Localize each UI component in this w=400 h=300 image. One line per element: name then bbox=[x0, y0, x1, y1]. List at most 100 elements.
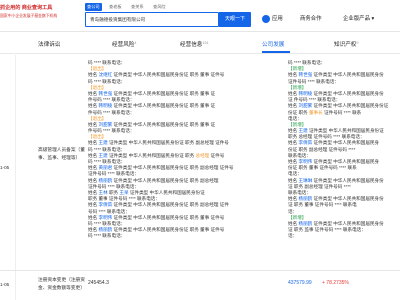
detail-text: 证件类型 中华人民共和国居民身份证 职务 董事 证 bbox=[112, 103, 216, 109]
tab-operation-label: 经营信息 bbox=[180, 42, 203, 48]
detail-text: 份证 职务 bbox=[288, 109, 309, 115]
change-tag: 【新增】 bbox=[288, 66, 307, 72]
person-name-link[interactable]: 李倩茹 bbox=[98, 202, 112, 207]
detail-text: 证件类型 中华人民共和国居民身份证 职务 董事 证件号 bbox=[112, 72, 225, 78]
after-change-content: 码 **** 联系电话： 【新增】 姓名 韩世强 证件类型 中华人民共和国居民身份证… bbox=[288, 60, 400, 239]
change-tag: 董事长 bbox=[308, 109, 323, 115]
search-button[interactable]: 天眼一下 bbox=[219, 12, 251, 27]
detail-text: 姓名 bbox=[288, 103, 299, 109]
detail-text: 证件类型 中华人民共和国居民身份证 bbox=[307, 128, 384, 134]
detail-text: 证件类型 中华人民共和国居民身 bbox=[312, 159, 380, 164]
detail-text: 证件类型 中华人民共和国居民身份 bbox=[312, 177, 384, 183]
detail-text: 职务 bbox=[107, 189, 120, 195]
detail-text: 证 职务 副总经理 证件号码 **** bbox=[288, 183, 351, 189]
detail-text: 号码 **** 联系电话： bbox=[88, 208, 130, 214]
change-tag: 【退出】 bbox=[88, 84, 107, 90]
tab-operation[interactable]: 经营信息151 bbox=[180, 40, 209, 48]
tab-risk[interactable]: 经营风险4 bbox=[112, 40, 137, 48]
nav-enterprise-edition[interactable]: 企业版产品 ▾ bbox=[343, 14, 374, 24]
search-box bbox=[85, 12, 219, 27]
person-name-link[interactable]: 韩世强 bbox=[298, 72, 312, 77]
detail-text: 联系电话： bbox=[288, 152, 311, 158]
person-name-link[interactable]: 韩世强 bbox=[98, 91, 112, 96]
detail-text: 证件类型 中华人民共和国居民身份 bbox=[312, 196, 384, 202]
brand-slogan: 抓企用的 商业查询工具 bbox=[0, 5, 53, 11]
detail-text: 证件类型 中华人民共和国居民身份证 bbox=[128, 189, 205, 195]
tab-risk-count: 4 bbox=[134, 41, 137, 45]
person-name-link[interactable]: 王建 bbox=[98, 153, 107, 158]
person-name-link[interactable]: 杨丽鸥 bbox=[298, 221, 312, 226]
section-tabs: 法律诉讼 经营风险4 经营信息151 公司发展 知识产权9 bbox=[0, 32, 400, 54]
person-name-link[interactable]: 王林 bbox=[98, 190, 107, 195]
detail-text: 码 **** 联系电话： bbox=[88, 60, 126, 65]
app-icon bbox=[262, 15, 270, 23]
detail-text: 证 职务 监事 证件号码 **** 联系电话： bbox=[288, 227, 366, 233]
tab-development-label: 公司发展 bbox=[262, 42, 285, 48]
person-name-link[interactable]: 李明伟 bbox=[298, 159, 312, 164]
detail-text: 证件类型 中华人民共和国居民身份证 职务 副总经理 证件号 bbox=[107, 140, 229, 146]
person-name-link[interactable]: 王建 bbox=[298, 128, 307, 133]
detail-text: 姓名 bbox=[288, 90, 299, 96]
search-tab-risk[interactable]: 查风险 bbox=[151, 3, 168, 11]
person-name-link[interactable]: 王建 bbox=[98, 140, 107, 145]
person-name-link[interactable]: 李明伟 bbox=[98, 215, 112, 220]
tab-ip-count: 9 bbox=[356, 41, 359, 45]
person-name-link[interactable]: 杨丽鸥 bbox=[98, 178, 112, 183]
detail-text: 姓名 bbox=[88, 90, 99, 96]
change-tag: 总经理 bbox=[195, 152, 210, 158]
detail-text: 码 **** 联系电话： bbox=[288, 60, 326, 65]
tab-legal-label: 法律诉讼 bbox=[38, 42, 61, 48]
change-tag: 【退出】 bbox=[88, 134, 107, 140]
detail-text: 证件号 bbox=[209, 152, 225, 158]
detail-line: 码 **** 联系电话： bbox=[88, 233, 284, 239]
tab-ip-label: 知识产权 bbox=[334, 42, 357, 48]
change-tag: 【新增】 bbox=[288, 121, 307, 127]
tab-development[interactable]: 公司发展 bbox=[262, 40, 284, 48]
detail-text: 姓名 bbox=[88, 227, 99, 233]
nav-app[interactable]: 应用 bbox=[272, 14, 283, 24]
person-name-link[interactable]: 李倩茹 bbox=[298, 140, 312, 145]
detail-text: 姓名 bbox=[288, 177, 299, 183]
person-name-link[interactable]: 杨丽鸥 bbox=[98, 227, 112, 232]
person-name-link[interactable]: 杨丽鸥 bbox=[298, 196, 312, 201]
nav-business[interactable]: 商务合作 bbox=[300, 14, 322, 24]
change-tag: 【新增】 bbox=[288, 84, 307, 90]
detail-text: 证件类型 中华人民共和国居民身 bbox=[312, 140, 380, 146]
detail-text: 话： bbox=[288, 233, 298, 239]
registered-capital-after: 437579.99 bbox=[288, 280, 312, 286]
person-name-link[interactable]: 黄丽君 bbox=[98, 165, 112, 170]
detail-text: 证件类型 中华人民共和国居民身份证 职务 bbox=[107, 152, 196, 158]
person-name-link[interactable]: 王琳琳 bbox=[298, 178, 312, 183]
person-name-link[interactable]: 沈继红 bbox=[98, 72, 112, 77]
search-tab-relation[interactable]: 查关系 bbox=[129, 3, 146, 11]
detail-text: 码 **** 联系电话： bbox=[88, 159, 126, 164]
row-divider bbox=[0, 270, 400, 271]
detail-text: 证件类型 中华人民共和国居民身份证 职务 副总经理 bbox=[112, 177, 219, 183]
detail-text: 件号码 **** 联系电话： bbox=[88, 128, 135, 134]
change-item: 注册资本变更（注册资金、资金数额等变更） bbox=[38, 277, 85, 290]
detail-text: 证件类型 中华人民共和国居民身份证 职务 董事 证件号 bbox=[112, 227, 225, 233]
tab-ip[interactable]: 知识产权9 bbox=[334, 40, 359, 48]
brand-subtitle: 国家中小企业发展子基金旗下机构 bbox=[0, 13, 57, 18]
detail-text: 证件号码 **** 联系 bbox=[322, 109, 362, 115]
detail-text: 证件类型 中华人民共和国居民身份证 职务 副总经理 证件 bbox=[112, 202, 229, 208]
detail-text: 姓名 bbox=[88, 140, 99, 146]
person-name-link[interactable]: 韩明棱 bbox=[298, 91, 312, 96]
tab-legal[interactable]: 法律诉讼 bbox=[38, 40, 60, 48]
person-name-link[interactable]: 韩明棱 bbox=[98, 103, 112, 108]
search-tab-boss[interactable]: 查老板 bbox=[107, 3, 124, 11]
detail-text: 证 件号码 **** 联系电话： bbox=[288, 97, 341, 103]
detail-text: 证件类型 中华人民共和国居民身份证 职务 董事 证 bbox=[112, 90, 216, 96]
change-date: 1-05 bbox=[0, 282, 10, 287]
search-input[interactable] bbox=[86, 13, 216, 26]
before-change-content: 码 **** 联系电话： 【退出】 姓名 沈继红 证件类型 中华人民共和国居民身份证… bbox=[88, 60, 284, 239]
person-name-link[interactable]: 刘甜繁 bbox=[298, 103, 312, 108]
detail-text: 职务 总经理 证件号码 **** 联系电话： bbox=[288, 134, 365, 140]
search-tab-company[interactable]: 查公司 bbox=[85, 3, 102, 11]
person-name-link[interactable]: 王呆 bbox=[119, 190, 128, 195]
person-name-link[interactable]: 刘甜繁 bbox=[98, 122, 112, 127]
detail-text: 电话： bbox=[288, 171, 302, 177]
brand-logo[interactable]: 抓企用的 商业查询工具 国家中小企业发展子基金旗下机构 bbox=[0, 5, 57, 19]
active-tab-indicator bbox=[262, 51, 290, 53]
detail-text: 姓名 bbox=[288, 72, 299, 78]
